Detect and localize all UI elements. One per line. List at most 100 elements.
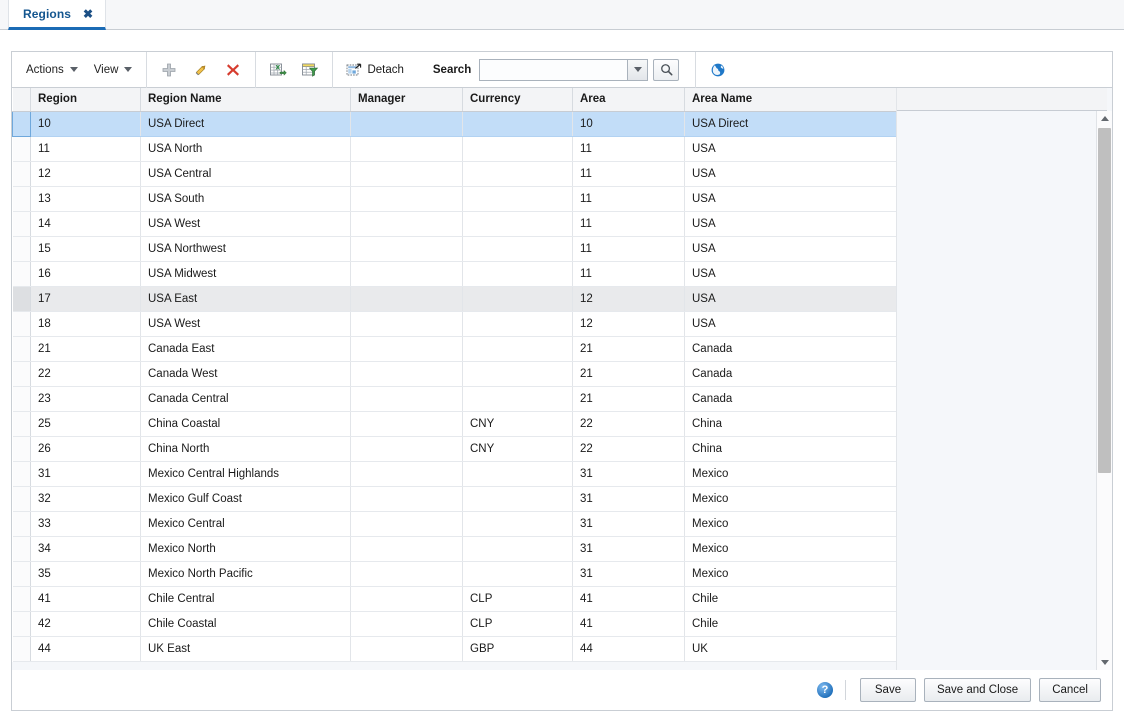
row-select-cell[interactable] bbox=[12, 636, 31, 662]
cell-region-name[interactable]: Mexico Central Highlands bbox=[140, 461, 351, 487]
cell-region[interactable]: 22 bbox=[30, 361, 141, 387]
table-row[interactable]: 42 Chile Coastal CLP 41 Chile bbox=[12, 611, 897, 637]
cell-area[interactable]: 22 bbox=[572, 411, 685, 437]
query-by-example-button[interactable] bbox=[294, 56, 326, 84]
cell-area[interactable]: 41 bbox=[572, 611, 685, 637]
cell-region-name[interactable]: UK East bbox=[140, 636, 351, 662]
cell-area-name[interactable]: USA bbox=[684, 211, 897, 237]
column-header-manager[interactable]: Manager bbox=[350, 88, 463, 112]
cell-region-name[interactable]: Mexico North bbox=[140, 536, 351, 562]
cell-area[interactable]: 21 bbox=[572, 361, 685, 387]
cell-currency[interactable] bbox=[462, 136, 573, 162]
table-row[interactable]: 12 USA Central 11 USA bbox=[12, 161, 897, 187]
row-select-cell[interactable] bbox=[12, 136, 31, 162]
row-select-cell[interactable] bbox=[12, 236, 31, 262]
cell-area-name[interactable]: Chile bbox=[684, 611, 897, 637]
cell-currency[interactable] bbox=[462, 311, 573, 337]
export-to-excel-button[interactable]: X bbox=[262, 56, 294, 84]
cell-area-name[interactable]: Chile bbox=[684, 586, 897, 612]
cell-region[interactable]: 42 bbox=[30, 611, 141, 637]
cell-area[interactable]: 12 bbox=[572, 286, 685, 312]
column-header-area[interactable]: Area bbox=[572, 88, 685, 112]
cell-area-name[interactable]: Canada bbox=[684, 336, 897, 362]
cell-currency[interactable]: CNY bbox=[462, 436, 573, 462]
cell-manager[interactable] bbox=[350, 261, 463, 287]
scrollbar-thumb[interactable] bbox=[1098, 128, 1111, 473]
scroll-up-button[interactable] bbox=[1097, 111, 1112, 126]
cell-manager[interactable] bbox=[350, 636, 463, 662]
cell-region[interactable]: 14 bbox=[30, 211, 141, 237]
cell-area[interactable]: 31 bbox=[572, 511, 685, 537]
view-menu[interactable]: View bbox=[86, 60, 141, 80]
cell-region-name[interactable]: Canada East bbox=[140, 336, 351, 362]
cell-area-name[interactable]: Mexico bbox=[684, 461, 897, 487]
add-button[interactable] bbox=[153, 56, 185, 84]
row-select-cell[interactable] bbox=[12, 411, 31, 437]
cell-region-name[interactable]: Chile Coastal bbox=[140, 611, 351, 637]
cell-area-name[interactable]: Mexico bbox=[684, 511, 897, 537]
column-header-currency[interactable]: Currency bbox=[462, 88, 573, 112]
cell-manager[interactable] bbox=[350, 211, 463, 237]
cell-area[interactable]: 41 bbox=[572, 586, 685, 612]
cell-area-name[interactable]: UK bbox=[684, 636, 897, 662]
cell-area[interactable]: 31 bbox=[572, 486, 685, 512]
cell-manager[interactable] bbox=[350, 311, 463, 337]
cell-manager[interactable] bbox=[350, 536, 463, 562]
cell-currency[interactable] bbox=[462, 211, 573, 237]
table-row[interactable]: 25 China Coastal CNY 22 China bbox=[12, 411, 897, 437]
table-row[interactable]: 18 USA West 12 USA bbox=[12, 311, 897, 337]
cell-currency[interactable] bbox=[462, 361, 573, 387]
cell-area-name[interactable]: USA bbox=[684, 136, 897, 162]
table-row[interactable]: 16 USA Midwest 11 USA bbox=[12, 261, 897, 287]
cell-area-name[interactable]: Mexico bbox=[684, 536, 897, 562]
cell-manager[interactable] bbox=[350, 561, 463, 587]
cell-region-name[interactable]: USA Midwest bbox=[140, 261, 351, 287]
cell-region[interactable]: 18 bbox=[30, 311, 141, 337]
cell-currency[interactable]: GBP bbox=[462, 636, 573, 662]
row-select-cell[interactable] bbox=[12, 161, 31, 187]
cell-currency[interactable] bbox=[462, 461, 573, 487]
cell-area[interactable]: 31 bbox=[572, 561, 685, 587]
cell-currency[interactable] bbox=[462, 186, 573, 212]
cell-region[interactable]: 33 bbox=[30, 511, 141, 537]
cell-manager[interactable] bbox=[350, 236, 463, 262]
cell-manager[interactable] bbox=[350, 286, 463, 312]
cell-region-name[interactable]: Canada Central bbox=[140, 386, 351, 412]
cell-region[interactable]: 13 bbox=[30, 186, 141, 212]
cell-manager[interactable] bbox=[350, 386, 463, 412]
cell-region-name[interactable]: USA East bbox=[140, 286, 351, 312]
cancel-button[interactable]: Cancel bbox=[1039, 678, 1101, 702]
cell-currency[interactable] bbox=[462, 536, 573, 562]
table-row[interactable]: 13 USA South 11 USA bbox=[12, 186, 897, 212]
table-row[interactable]: 11 USA North 11 USA bbox=[12, 136, 897, 162]
cell-area[interactable]: 11 bbox=[572, 261, 685, 287]
row-select-cell[interactable] bbox=[12, 186, 31, 212]
table-row[interactable]: 26 China North CNY 22 China bbox=[12, 436, 897, 462]
search-dropdown-button[interactable] bbox=[627, 58, 649, 81]
save-and-close-button[interactable]: Save and Close bbox=[923, 678, 1032, 702]
cell-region[interactable]: 16 bbox=[30, 261, 141, 287]
search-submit-button[interactable] bbox=[653, 58, 680, 81]
cell-area[interactable]: 12 bbox=[572, 311, 685, 337]
cell-region[interactable]: 32 bbox=[30, 486, 141, 512]
cell-currency[interactable]: CNY bbox=[462, 411, 573, 437]
row-select-cell[interactable] bbox=[12, 436, 31, 462]
table-row[interactable]: 33 Mexico Central 31 Mexico bbox=[12, 511, 897, 537]
actions-menu[interactable]: Actions bbox=[18, 60, 86, 80]
detach-button[interactable]: Detach bbox=[339, 59, 412, 81]
cell-manager[interactable] bbox=[350, 436, 463, 462]
cell-region-name[interactable]: China Coastal bbox=[140, 411, 351, 437]
cell-region-name[interactable]: Mexico North Pacific bbox=[140, 561, 351, 587]
cell-manager[interactable] bbox=[350, 461, 463, 487]
cell-manager[interactable] bbox=[350, 186, 463, 212]
cell-currency[interactable] bbox=[462, 561, 573, 587]
cell-currency[interactable] bbox=[462, 286, 573, 312]
cell-area-name[interactable]: USA bbox=[684, 161, 897, 187]
translate-button[interactable] bbox=[702, 56, 734, 84]
cell-manager[interactable] bbox=[350, 336, 463, 362]
cell-area-name[interactable]: USA bbox=[684, 261, 897, 287]
cell-region[interactable]: 34 bbox=[30, 536, 141, 562]
table-row[interactable]: 34 Mexico North 31 Mexico bbox=[12, 536, 897, 562]
cell-currency[interactable] bbox=[462, 511, 573, 537]
cell-currency[interactable] bbox=[462, 336, 573, 362]
